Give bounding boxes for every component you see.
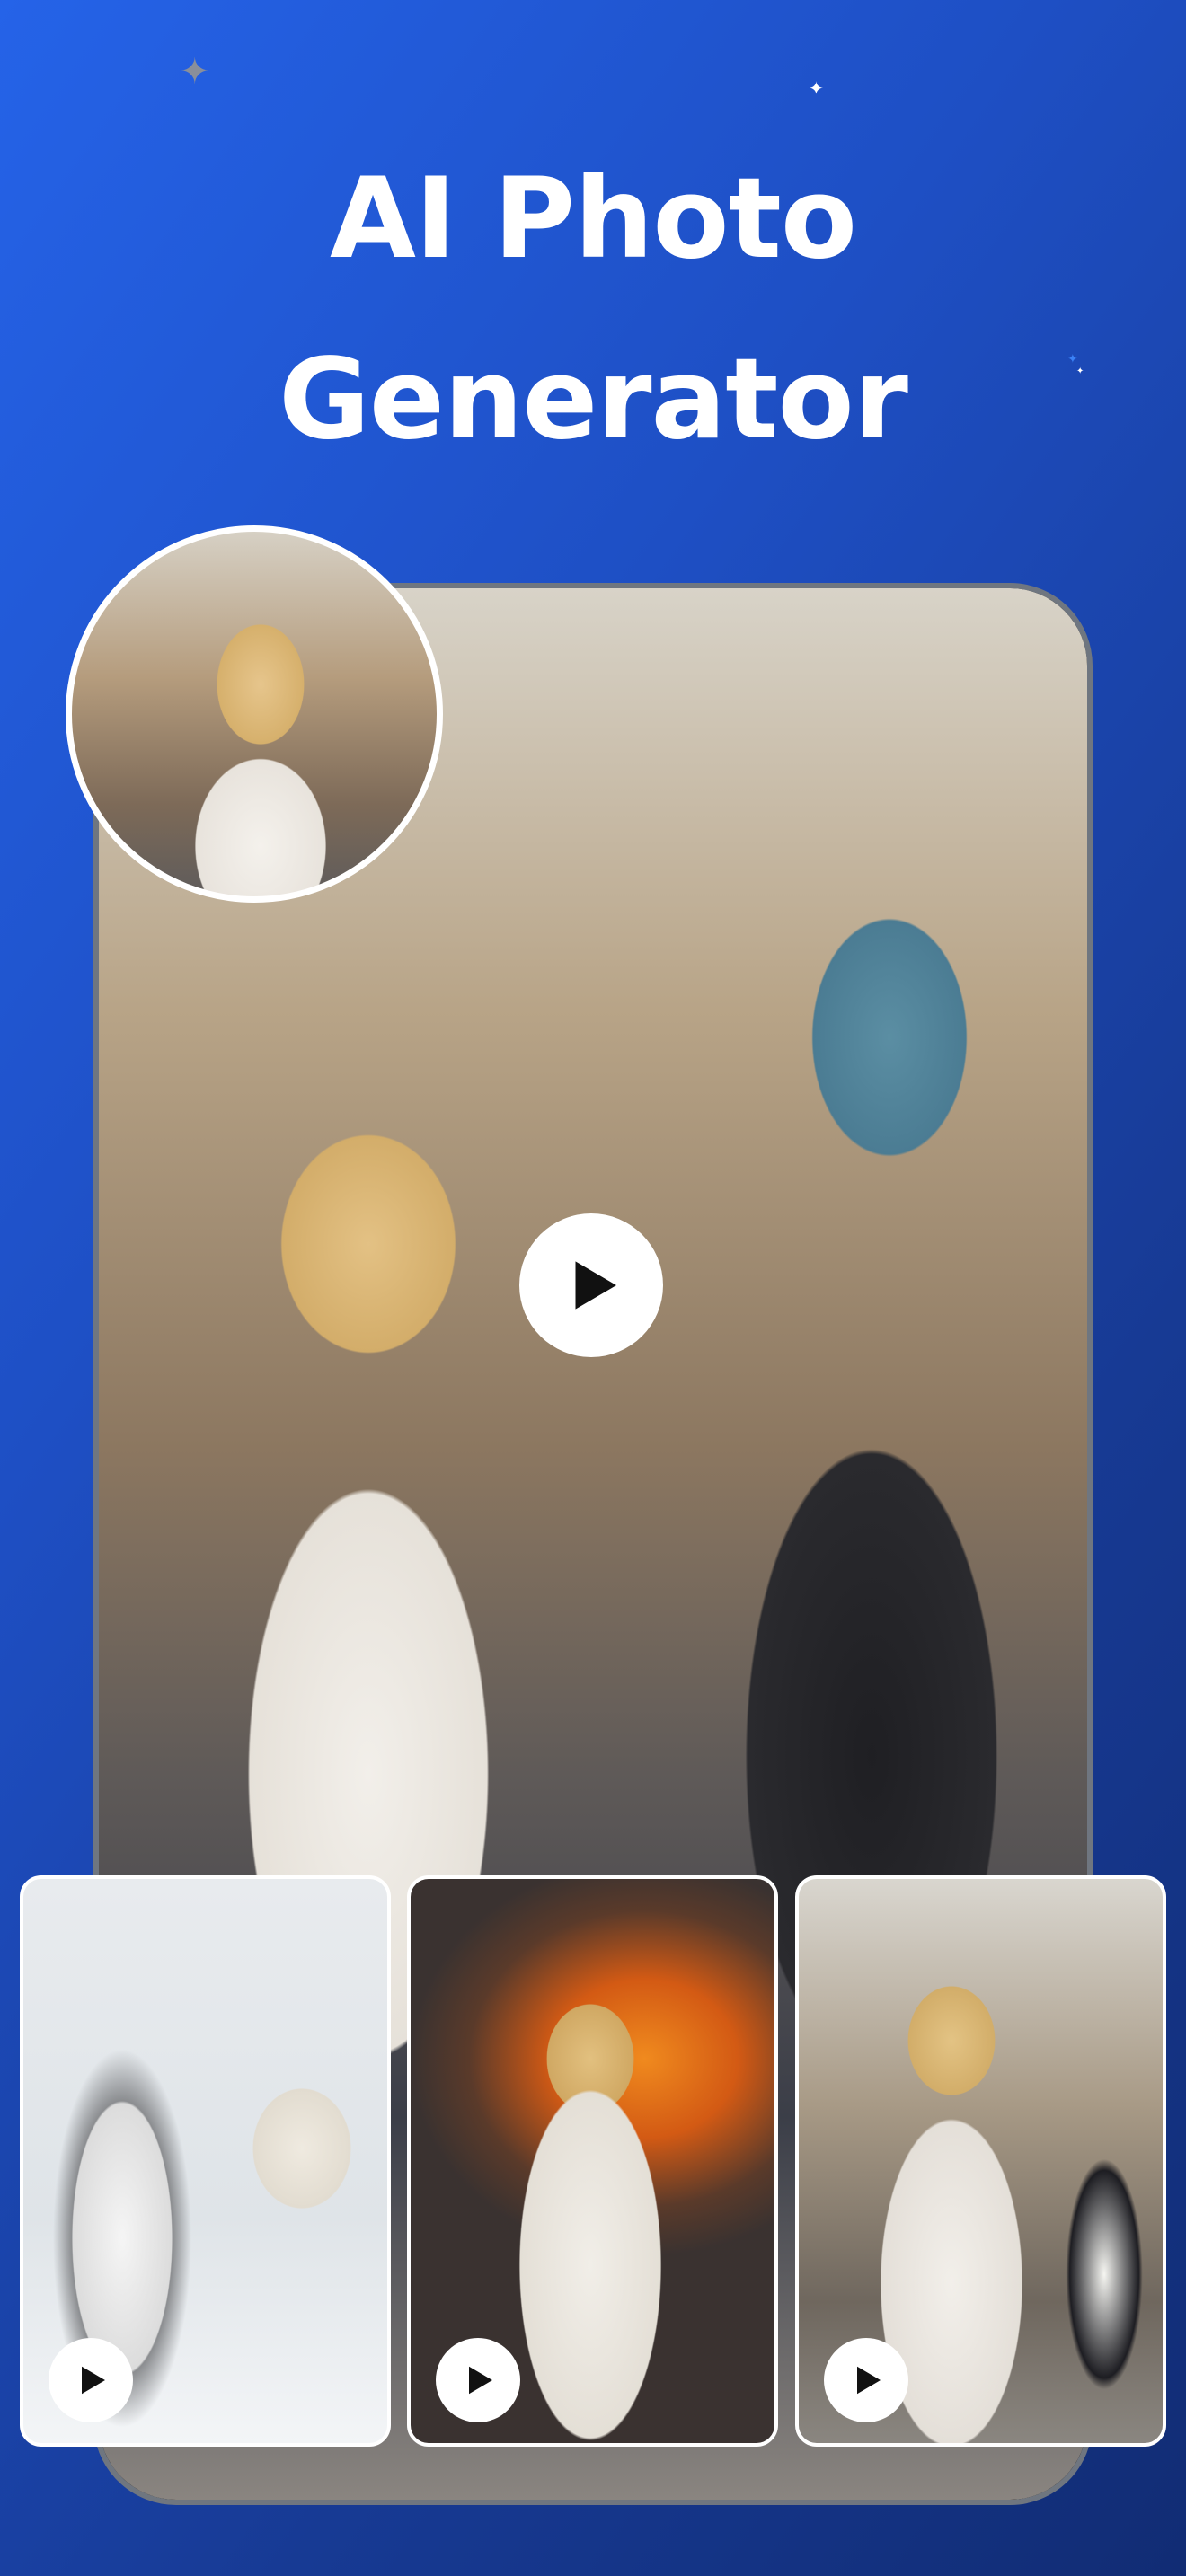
play-icon	[857, 2366, 881, 2395]
play-button[interactable]	[436, 2338, 520, 2422]
example-video-card-explosion[interactable]	[407, 1875, 778, 2447]
play-icon	[82, 2366, 105, 2395]
example-video-card-penguin[interactable]	[795, 1875, 1166, 2447]
main-play-button[interactable]	[519, 1213, 663, 1357]
play-icon	[469, 2366, 492, 2395]
source-photo-thumbnail	[66, 525, 443, 903]
example-video-card-polar-bear[interactable]	[20, 1875, 391, 2447]
headline-line-1: AI Photo	[329, 154, 857, 284]
sparkle-icon: ✦	[809, 77, 824, 99]
play-icon	[575, 1261, 616, 1310]
headline-line-2: Generator	[279, 335, 908, 464]
play-button[interactable]	[49, 2338, 133, 2422]
play-button[interactable]	[824, 2338, 908, 2422]
sparkle-icon: ✦	[180, 51, 210, 93]
